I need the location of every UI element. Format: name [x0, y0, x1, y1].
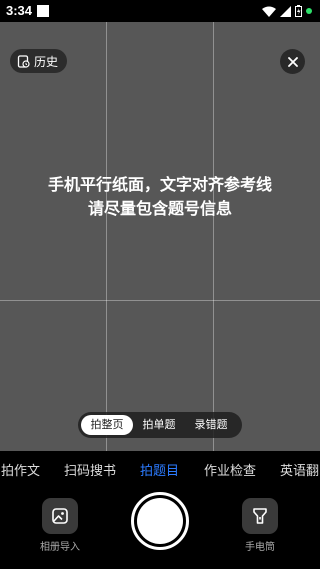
hint-line-2: 请尽量包含题号信息 — [87, 201, 232, 218]
mode-whole-page[interactable]: 拍整页 — [81, 415, 133, 435]
tab-essay[interactable]: 拍作文 — [1, 460, 40, 479]
album-icon — [52, 508, 68, 524]
notification-square-icon — [37, 5, 49, 17]
status-icons — [262, 5, 312, 17]
flashlight-label: 手电筒 — [245, 542, 275, 553]
history-icon — [17, 54, 30, 68]
grid-line — [213, 22, 214, 451]
camera-dot-icon — [306, 8, 312, 14]
wifi-icon — [262, 6, 276, 17]
flashlight-button[interactable] — [242, 498, 278, 534]
status-time: 3:34 — [6, 3, 33, 18]
capture-mode-selector: 拍整页 拍单题 录错题 — [78, 412, 242, 438]
alignment-hint: 手机平行纸面，文字对齐参考线 请尽量包含题号信息 — [0, 174, 320, 222]
flashlight-icon — [253, 508, 267, 524]
tab-question[interactable]: 拍题目 — [140, 460, 179, 479]
shutter-button[interactable] — [131, 492, 189, 550]
signal-icon — [280, 5, 291, 17]
tab-homework-check[interactable]: 作业检查 — [204, 460, 256, 479]
mode-record-mistake[interactable]: 录错题 — [185, 415, 237, 435]
album-import-label: 相册导入 — [40, 542, 80, 553]
camera-viewfinder[interactable]: 历史 手机平行纸面，文字对齐参考线 请尽量包含题号信息 拍整页 拍单题 录错题 — [0, 22, 320, 451]
close-button[interactable] — [280, 49, 305, 74]
history-label: 历史 — [34, 54, 59, 69]
tab-scan-book[interactable]: 扫码搜书 — [64, 460, 116, 479]
close-icon — [287, 56, 298, 67]
hint-line-1: 手机平行纸面，文字对齐参考线 — [47, 177, 272, 194]
album-import-button[interactable] — [42, 498, 78, 534]
function-tabs: 拍作文 扫码搜书 拍题目 作业检查 英语翻 — [0, 451, 320, 488]
status-bar: 3:34 — [0, 0, 320, 22]
tab-english-translate[interactable]: 英语翻 — [280, 460, 319, 479]
mode-single-question[interactable]: 拍单题 — [133, 415, 185, 435]
history-button[interactable]: 历史 — [10, 49, 68, 73]
shutter-inner — [137, 498, 183, 544]
battery-icon — [295, 5, 302, 17]
grid-line — [0, 300, 320, 301]
bottom-controls: 相册导入 手电筒 — [0, 488, 320, 569]
grid-line — [106, 22, 107, 451]
